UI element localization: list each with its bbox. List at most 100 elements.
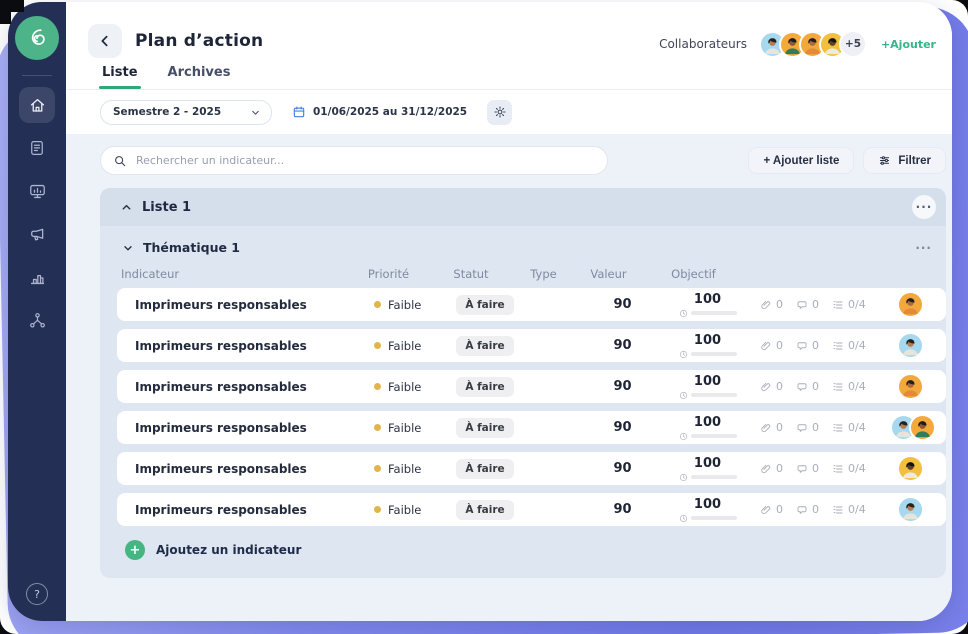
table-row[interactable]: Imprimeurs responsables Faible À faire 9… bbox=[117, 411, 946, 444]
comment-icon bbox=[796, 299, 808, 311]
progress-bar bbox=[691, 516, 737, 520]
sidebar-item-network[interactable] bbox=[19, 302, 55, 338]
comments-counter[interactable]: 0 bbox=[796, 380, 819, 393]
progress-bar bbox=[691, 434, 737, 438]
status-cell: À faire bbox=[445, 336, 525, 356]
sidebar-item-documents[interactable] bbox=[19, 130, 55, 166]
objective-value: 100 bbox=[694, 374, 721, 389]
filter-sliders-icon bbox=[878, 154, 891, 167]
paperclip-icon bbox=[760, 504, 772, 516]
objective-cell: 100 bbox=[655, 456, 760, 482]
search-icon bbox=[113, 154, 127, 168]
back-button[interactable] bbox=[88, 24, 122, 58]
app-logo[interactable] bbox=[15, 16, 59, 60]
assignee-avatars[interactable] bbox=[890, 414, 952, 441]
objective-value: 100 bbox=[694, 415, 721, 430]
add-collaborator-link[interactable]: +Ajouter bbox=[881, 38, 936, 51]
add-list-button[interactable]: + Ajouter liste bbox=[748, 147, 854, 174]
objective-value: 100 bbox=[694, 292, 721, 307]
tab-bar: Liste Archives bbox=[102, 65, 230, 89]
attachments-counter[interactable]: 0 bbox=[760, 462, 783, 475]
objective-value: 100 bbox=[694, 497, 721, 512]
date-range[interactable]: 01/06/2025 au 31/12/2025 bbox=[292, 105, 467, 119]
assignee-avatars[interactable] bbox=[890, 332, 946, 359]
tasks-counter[interactable]: 0/4 bbox=[832, 462, 866, 475]
value-cell: 90 bbox=[590, 297, 655, 312]
content-area: + Ajouter liste Filtrer Liste 1 ··· bbox=[66, 134, 952, 621]
priority-label: Faible bbox=[388, 503, 421, 517]
avatar-man-blue bbox=[897, 496, 924, 523]
tasks-counter[interactable]: 0/4 bbox=[832, 339, 866, 352]
priority-dot-icon bbox=[374, 465, 381, 472]
indicator-name: Imprimeurs responsables bbox=[135, 421, 360, 435]
tab-archives[interactable]: Archives bbox=[168, 65, 231, 89]
indicator-rows: Imprimeurs responsables Faible À faire 9… bbox=[100, 288, 946, 526]
sidebar-item-campaigns[interactable] bbox=[19, 216, 55, 252]
paperclip-icon bbox=[760, 463, 772, 475]
comments-counter[interactable]: 0 bbox=[796, 298, 819, 311]
avatar-woman-dark-amber bbox=[897, 455, 924, 482]
add-indicator-button[interactable]: + Ajoutez un indicateur bbox=[125, 540, 946, 560]
comment-icon bbox=[796, 422, 808, 434]
attachments-counter[interactable]: 0 bbox=[760, 380, 783, 393]
value-cell: 90 bbox=[590, 379, 655, 394]
attachments-counter[interactable]: 0 bbox=[760, 298, 783, 311]
comments-counter[interactable]: 0 bbox=[796, 503, 819, 516]
assignee-avatars[interactable] bbox=[890, 455, 946, 482]
priority-dot-icon bbox=[374, 342, 381, 349]
collaborator-avatars[interactable] bbox=[759, 31, 846, 58]
table-row[interactable]: Imprimeurs responsables Faible À faire 9… bbox=[117, 288, 946, 321]
objective-cell: 100 bbox=[655, 292, 760, 318]
attachments-counter[interactable]: 0 bbox=[760, 421, 783, 434]
sidebar-item-statistics[interactable] bbox=[19, 259, 55, 295]
table-row[interactable]: Imprimeurs responsables Faible À faire 9… bbox=[117, 329, 946, 362]
sidebar-divider bbox=[22, 75, 52, 76]
page-title: Plan d’action bbox=[135, 31, 263, 51]
progress-bar bbox=[691, 311, 737, 315]
assignee-avatars[interactable] bbox=[890, 373, 946, 400]
tasks-counter[interactable]: 0/4 bbox=[832, 503, 866, 516]
theme-header[interactable]: Thématique 1 ··· bbox=[100, 240, 946, 255]
checklist-icon bbox=[832, 381, 844, 393]
tab-liste[interactable]: Liste bbox=[102, 65, 138, 89]
attachments-counter[interactable]: 0 bbox=[760, 503, 783, 516]
collaborators-overflow-badge[interactable]: +5 bbox=[839, 30, 867, 58]
comments-counter[interactable]: 0 bbox=[796, 462, 819, 475]
tasks-counter[interactable]: 0/4 bbox=[832, 298, 866, 311]
assignee-avatars[interactable] bbox=[890, 496, 946, 523]
comments-counter[interactable]: 0 bbox=[796, 421, 819, 434]
document-icon bbox=[28, 139, 46, 157]
value-cell: 90 bbox=[590, 338, 655, 353]
table-row[interactable]: Imprimeurs responsables Faible À faire 9… bbox=[117, 493, 946, 526]
value-cell: 90 bbox=[590, 502, 655, 517]
list-menu-button[interactable]: ··· bbox=[912, 195, 936, 219]
app-window: ? Plan d’action Liste Archives Collabora… bbox=[8, 2, 952, 621]
sidebar-item-home[interactable] bbox=[19, 87, 55, 123]
attachments-counter[interactable]: 0 bbox=[760, 339, 783, 352]
help-icon[interactable]: ? bbox=[26, 583, 48, 605]
list-header[interactable]: Liste 1 ··· bbox=[100, 188, 946, 226]
filter-button[interactable]: Filtrer bbox=[863, 147, 946, 174]
table-row[interactable]: Imprimeurs responsables Faible À faire 9… bbox=[117, 370, 946, 403]
settings-button[interactable] bbox=[487, 100, 512, 125]
search-input[interactable] bbox=[136, 154, 595, 167]
priority-dot-icon bbox=[374, 506, 381, 513]
table-row[interactable]: Imprimeurs responsables Faible À faire 9… bbox=[117, 452, 946, 485]
tasks-counter[interactable]: 0/4 bbox=[832, 421, 866, 434]
priority-cell: Faible bbox=[360, 380, 445, 394]
row-meta: 0 0 0/4 bbox=[760, 503, 890, 516]
paperclip-icon bbox=[760, 299, 772, 311]
row-meta: 0 0 0/4 bbox=[760, 380, 890, 393]
theme-menu-button[interactable]: ··· bbox=[915, 241, 932, 255]
comments-counter[interactable]: 0 bbox=[796, 339, 819, 352]
network-icon bbox=[28, 311, 47, 330]
checklist-icon bbox=[832, 340, 844, 352]
sidebar-item-dashboard[interactable] bbox=[19, 173, 55, 209]
clock-icon bbox=[679, 514, 688, 523]
indicator-name: Imprimeurs responsables bbox=[135, 503, 360, 517]
tasks-counter[interactable]: 0/4 bbox=[832, 380, 866, 393]
assignee-avatars[interactable] bbox=[890, 291, 946, 318]
period-select[interactable]: Semestre 2 - 2025 bbox=[100, 100, 272, 125]
date-range-value: 01/06/2025 au 31/12/2025 bbox=[313, 106, 467, 118]
megaphone-icon bbox=[28, 225, 47, 244]
